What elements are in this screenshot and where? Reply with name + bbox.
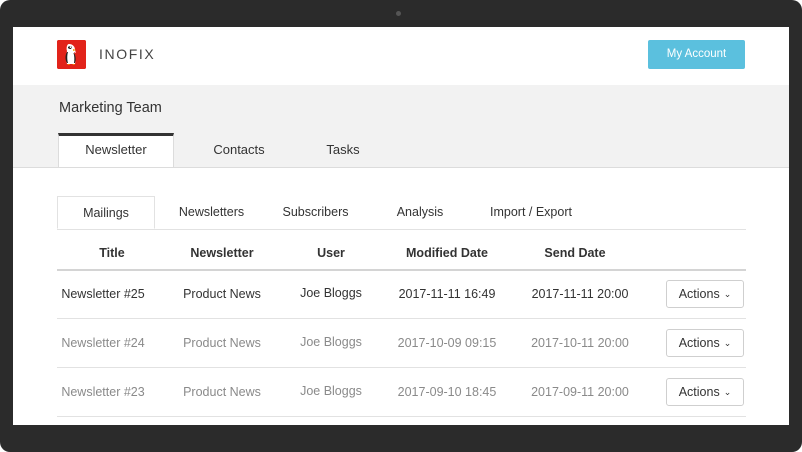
actions-dropdown-button[interactable]: Actions ⌄: [666, 280, 744, 308]
camera-dot: [396, 11, 401, 16]
penguin-logo-icon: [57, 40, 86, 69]
cell-modified-date: 2017-09-10 18:45: [397, 385, 497, 399]
chevron-down-icon: ⌄: [723, 387, 732, 397]
cell-title: Newsletter #25: [61, 287, 145, 301]
subtab-import-export[interactable]: Import / Export: [481, 196, 581, 229]
cell-newsletter: Product News: [183, 287, 261, 301]
brand-name: INOFIX: [99, 46, 156, 62]
my-account-button[interactable]: My Account: [648, 40, 745, 69]
subtab-mailings[interactable]: Mailings: [57, 196, 155, 229]
column-header-newsletter[interactable]: Newsletter: [172, 246, 272, 260]
column-header-send-date[interactable]: Send Date: [525, 246, 625, 260]
table-row-partial: [57, 417, 746, 425]
cell-title: Newsletter #24: [61, 336, 145, 350]
column-header-user[interactable]: User: [287, 246, 375, 260]
app-screen: INOFIX My Account Marketing Team Newslet…: [13, 27, 789, 425]
page-title: Marketing Team: [59, 100, 162, 116]
column-header-title[interactable]: Title: [57, 246, 167, 260]
team-band: Marketing Team Newsletter Contacts Tasks: [13, 85, 789, 168]
cell-user: Joe Bloggs: [300, 384, 362, 398]
cell-send-date: 2017-11-11 20:00: [531, 287, 629, 301]
cell-newsletter: Product News: [183, 385, 261, 399]
tab-newsletter[interactable]: Newsletter: [58, 133, 174, 167]
actions-label: Actions: [678, 336, 720, 350]
cell-user: Joe Bloggs: [300, 335, 362, 349]
cell-send-date: 2017-09-11 20:00: [531, 385, 629, 399]
cell-modified-date: 2017-11-11 16:49: [398, 287, 496, 301]
chevron-down-icon: ⌄: [723, 289, 732, 299]
table-row[interactable]: Newsletter #25 Product News Joe Bloggs 2…: [57, 270, 746, 319]
table-header: Title Newsletter User Modified Date Send…: [57, 241, 746, 271]
table-row[interactable]: Newsletter #24 Product News Joe Bloggs 2…: [57, 319, 746, 368]
chevron-down-icon: ⌄: [723, 338, 732, 348]
device-frame: INOFIX My Account Marketing Team Newslet…: [0, 0, 802, 452]
cell-newsletter: Product News: [183, 336, 261, 350]
actions-dropdown-button[interactable]: Actions ⌄: [666, 329, 744, 357]
column-header-modified-date[interactable]: Modified Date: [392, 246, 502, 260]
tab-contacts[interactable]: Contacts: [193, 135, 285, 167]
actions-dropdown-button[interactable]: Actions ⌄: [666, 378, 744, 406]
tab-tasks[interactable]: Tasks: [303, 135, 383, 167]
top-header: INOFIX My Account: [13, 27, 789, 85]
subtab-newsletters[interactable]: Newsletters: [169, 196, 254, 229]
actions-label: Actions: [678, 385, 720, 399]
cell-user: Joe Bloggs: [300, 286, 362, 300]
cell-send-date: 2017-10-11 20:00: [531, 336, 629, 350]
subtab-analysis[interactable]: Analysis: [385, 196, 455, 229]
cell-title: Newsletter #23: [61, 385, 145, 399]
actions-label: Actions: [678, 287, 720, 301]
table-row[interactable]: Newsletter #23 Product News Joe Bloggs 2…: [57, 368, 746, 417]
cell-modified-date: 2017-10-09 09:15: [397, 336, 497, 350]
subtab-subscribers[interactable]: Subscribers: [273, 196, 358, 229]
sub-tab-bar: Mailings Newsletters Subscribers Analysi…: [57, 196, 746, 230]
